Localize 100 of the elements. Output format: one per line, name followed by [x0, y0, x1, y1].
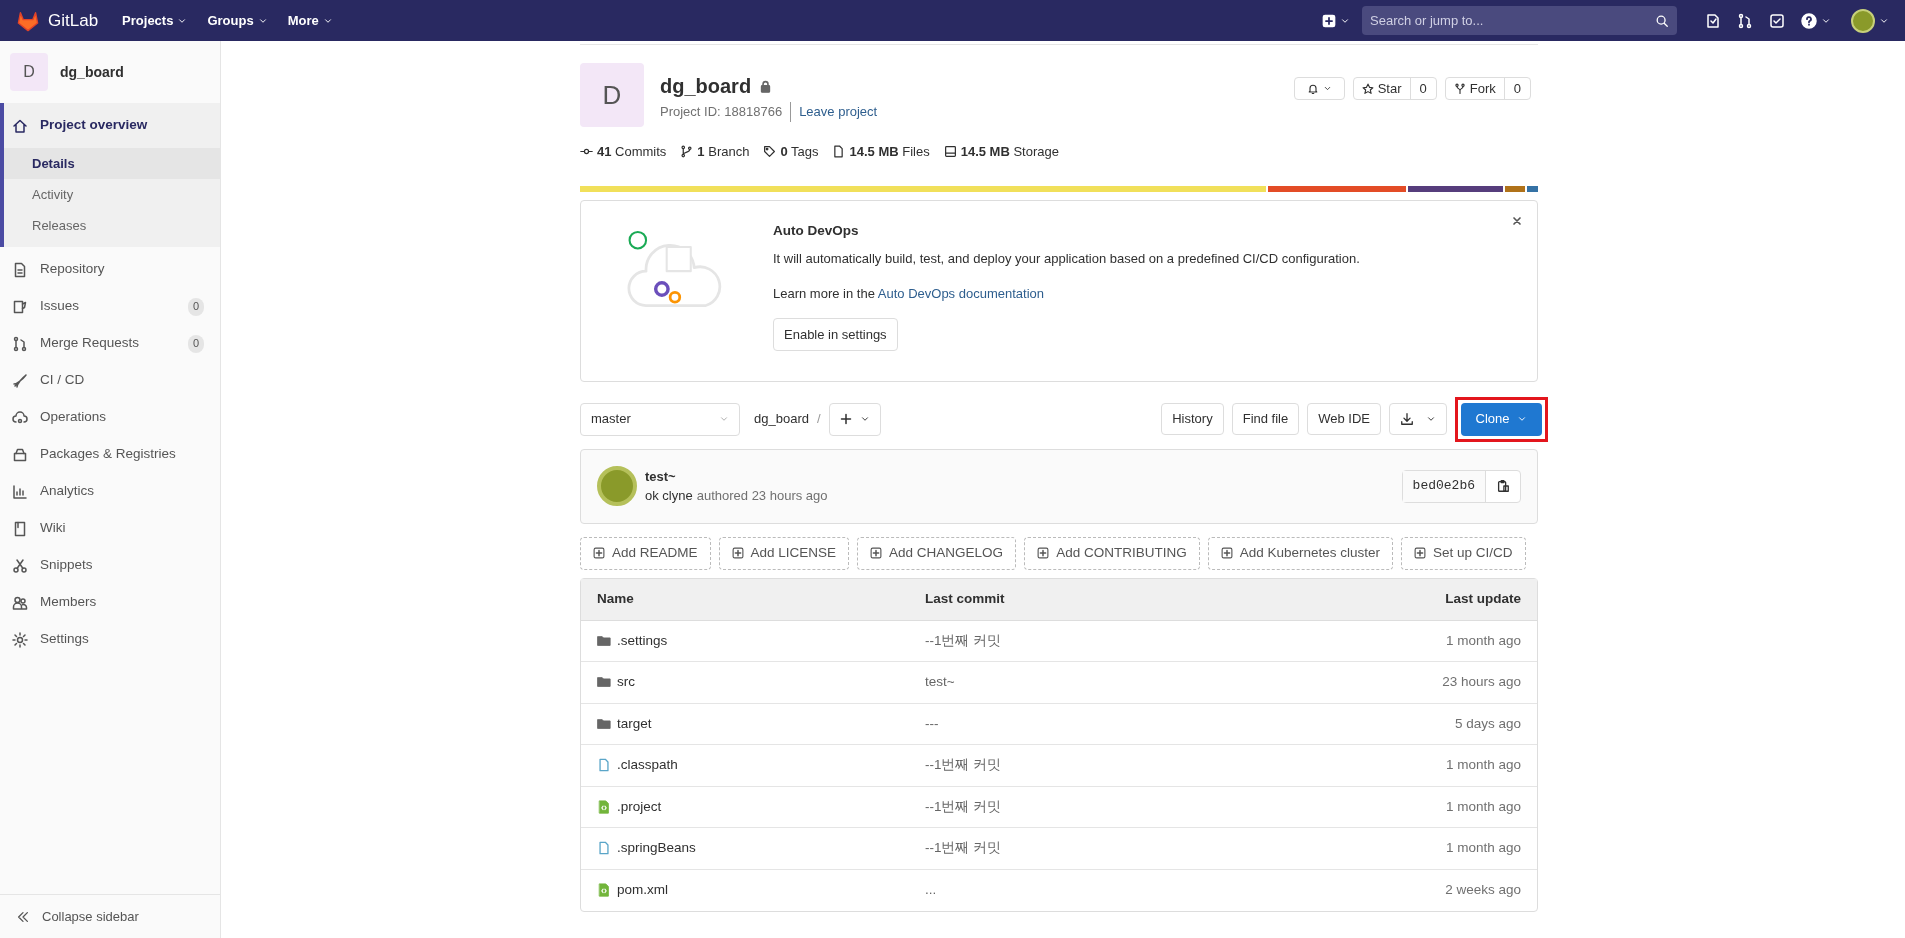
commit-meta: authored 23 hours ago	[696, 487, 828, 505]
download-icon	[1400, 412, 1414, 426]
file-name-link[interactable]: .project	[617, 796, 662, 817]
code-file-icon	[597, 883, 611, 898]
stat-item[interactable]: 41 Commits	[580, 142, 667, 162]
path-separator: /	[816, 410, 821, 429]
count-badge: 0	[188, 297, 204, 316]
commit-message-link[interactable]: --1번째 커밋	[925, 798, 1002, 814]
documentation-link[interactable]: Auto DevOps documentation	[877, 286, 1044, 302]
breadcrumb-link[interactable]: dg_board	[754, 409, 809, 429]
enable-settings-button[interactable]: Enable in settings	[773, 317, 898, 351]
project-id: Project ID: 18818766	[660, 102, 792, 122]
file-icon	[832, 145, 846, 159]
add-file-button[interactable]: Set up CI/CD	[1401, 536, 1526, 570]
file-name-link[interactable]: target	[617, 713, 652, 734]
new-menu-button[interactable]	[1322, 13, 1350, 28]
file-name-link[interactable]: .classpath	[617, 755, 678, 776]
help-button[interactable]	[1801, 12, 1831, 29]
stat-item[interactable]: 0 Tags	[763, 142, 819, 162]
fork-count: 0	[1512, 79, 1522, 98]
commit-sha: bed0e2b6	[1402, 470, 1486, 502]
caret-icon	[859, 414, 870, 424]
fox-logo	[16, 9, 40, 32]
avatar	[1851, 8, 1875, 33]
stat-item[interactable]: 14.5 MB Files	[832, 142, 930, 162]
star-button[interactable]: Star	[1353, 78, 1411, 99]
commit-message-link[interactable]: --1번째 커밋	[925, 757, 1002, 773]
toolbar-button[interactable]: History	[1161, 403, 1224, 435]
stat-item[interactable]: 1 Branch	[680, 142, 750, 162]
file-name-link[interactable]: .settings	[617, 630, 668, 651]
sidebar-item[interactable]: Operations	[4, 399, 220, 436]
plus-icon	[839, 413, 852, 425]
user-menu-button[interactable]	[1851, 8, 1889, 33]
add-file-button[interactable]: Add README	[580, 536, 711, 570]
nav-icon-button[interactable]	[1737, 12, 1753, 29]
file-name-link[interactable]: src	[617, 672, 635, 693]
add-file-button[interactable]: Add Kubernetes cluster	[1207, 536, 1393, 570]
book-icon	[12, 520, 28, 537]
clipboard-icon	[1496, 479, 1510, 493]
leave-project-link[interactable]: Leave project	[791, 102, 878, 122]
fork-icon	[1453, 82, 1466, 95]
column-header: Last commit	[925, 589, 1006, 608]
sidebar-subitem[interactable]: Activity	[4, 179, 220, 210]
avatar	[597, 466, 637, 506]
commit-message-link[interactable]: ...	[925, 882, 937, 898]
close-icon	[1511, 214, 1523, 227]
commit-message-link[interactable]: test~	[925, 674, 955, 690]
plus-square-icon	[1414, 547, 1426, 559]
commit-message-link[interactable]: --1번째 커밋	[925, 840, 1002, 856]
nav-menu[interactable]: Projects	[122, 10, 188, 31]
plus-square-icon	[593, 547, 605, 559]
nav-menu[interactable]: More	[287, 10, 333, 31]
toolbar-button[interactable]: Web IDE	[1307, 403, 1381, 435]
notification-button[interactable]	[1293, 77, 1345, 100]
issue-icon	[12, 298, 28, 315]
caret-icon	[1426, 414, 1436, 424]
file-name-link[interactable]: .springBeans	[617, 838, 696, 859]
author-link[interactable]: ok clyne	[645, 486, 693, 506]
add-file-button[interactable]: Add LICENSE	[718, 536, 850, 570]
document-icon	[12, 261, 28, 278]
sidebar-item[interactable]: Repository	[4, 251, 220, 288]
plus-square-icon	[870, 547, 883, 559]
sidebar-item[interactable]: Members	[4, 584, 220, 621]
bar-chart-icon	[12, 483, 28, 500]
clone-button[interactable]: Clone	[1461, 402, 1542, 436]
sidebar-item[interactable]: Issues 0	[4, 288, 220, 325]
project-name[interactable]: dg_board	[60, 61, 124, 83]
nav-icon-button[interactable]	[1705, 12, 1721, 29]
sidebar-subitem[interactable]: Details	[4, 148, 220, 179]
commit-message-link[interactable]: --1번째 커밋	[925, 632, 1002, 648]
sidebar-item[interactable]: Project overview	[4, 103, 220, 148]
sidebar-item[interactable]: Settings	[4, 621, 220, 658]
nav-icon-button[interactable]	[1769, 12, 1785, 29]
commit-title[interactable]: test~	[645, 466, 828, 486]
caret-icon	[719, 414, 729, 424]
sidebar-item[interactable]: Wiki	[4, 510, 220, 547]
branch-dropdown[interactable]: master	[580, 402, 740, 436]
project-title: dg_board	[660, 74, 752, 99]
stat-item[interactable]: 14.5 MB Storage	[943, 142, 1059, 162]
sidebar-subitem[interactable]: Releases	[4, 210, 220, 241]
sidebar-item[interactable]: Packages & Registries	[4, 436, 220, 473]
commit-message-link[interactable]: ---	[925, 715, 939, 731]
toolbar-button[interactable]: Find file	[1231, 403, 1300, 435]
home-icon	[12, 117, 28, 134]
nav-menu[interactable]: Groups	[207, 10, 268, 31]
sidebar-item[interactable]: CI / CD	[4, 362, 220, 399]
add-file-button[interactable]: Add CONTRIBUTING	[1024, 536, 1200, 570]
cloud-gear-icon	[12, 409, 28, 426]
collapse-sidebar-button[interactable]: Collapse sidebar	[0, 894, 220, 938]
close-button[interactable]	[1511, 214, 1523, 227]
caret-icon	[1517, 414, 1528, 424]
download-button[interactable]	[1389, 403, 1447, 435]
file-name-link[interactable]: pom.xml	[617, 880, 668, 901]
sidebar-item[interactable]: Snippets	[4, 547, 220, 584]
brand-name[interactable]: GitLab	[48, 7, 99, 34]
add-file-button[interactable]: Add CHANGELOG	[857, 536, 1017, 570]
add-file-button[interactable]	[828, 402, 881, 436]
fork-button[interactable]: Fork	[1445, 78, 1505, 99]
sidebar-item[interactable]: Merge Requests 0	[4, 325, 220, 362]
sidebar-item[interactable]: Analytics	[4, 473, 220, 510]
